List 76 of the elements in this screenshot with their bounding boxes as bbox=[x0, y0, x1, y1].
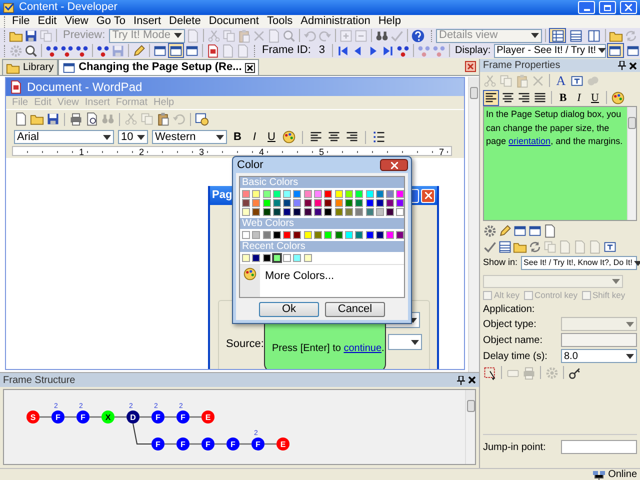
checkbox-label: Shift key bbox=[592, 288, 626, 302]
frame-node[interactable]: E bbox=[202, 410, 214, 424]
ruler[interactable]: 1 2 3 4 5 7 bbox=[12, 146, 452, 156]
jump-in-label: Jump-in point: bbox=[483, 440, 546, 454]
menu-item[interactable]: Tools bbox=[262, 13, 297, 30]
ruler-number: 3 bbox=[199, 147, 204, 157]
ruler-number: 2 bbox=[139, 147, 144, 157]
object-type-label: Object type: bbox=[483, 318, 536, 332]
pane-title: Frame Structure bbox=[3, 374, 76, 388]
menu-item[interactable]: View bbox=[60, 13, 92, 30]
script-dropdown[interactable]: Western bbox=[152, 130, 227, 144]
more-colors-item[interactable]: More Colors... bbox=[260, 265, 340, 280]
dialog-title: Color bbox=[236, 158, 264, 173]
font-button[interactable]: A bbox=[554, 70, 568, 90]
frame-node[interactable]: X bbox=[102, 410, 114, 424]
window-title: Content - Developer bbox=[19, 0, 118, 16]
menu-item[interactable]: Edit bbox=[34, 13, 61, 30]
ruler-number: 1 bbox=[79, 147, 84, 157]
menu-item[interactable]: Go To bbox=[92, 13, 130, 30]
frame-node[interactable]: S bbox=[26, 410, 40, 424]
object-name-label: Object name: bbox=[483, 334, 542, 348]
frame-node[interactable]: F bbox=[176, 410, 190, 424]
display-label: Display: bbox=[454, 44, 492, 58]
section-header: Basic Colors bbox=[240, 177, 404, 188]
status-text: Online bbox=[608, 468, 637, 480]
style-button[interactable]: I bbox=[572, 90, 586, 104]
style-button[interactable]: U bbox=[588, 90, 602, 104]
callout-text: Press [Enter] to continue. bbox=[272, 342, 384, 356]
delay-dropdown[interactable]: 8.0 bbox=[561, 349, 637, 363]
ok-button[interactable]: Ok bbox=[259, 302, 319, 317]
delay-label: Delay time (s): bbox=[483, 350, 548, 364]
frame-node[interactable]: F bbox=[152, 438, 164, 450]
orientation-link[interactable]: orientation bbox=[508, 136, 551, 146]
checkbox-label: Alt key bbox=[494, 288, 520, 302]
frame-node[interactable]: F bbox=[252, 438, 264, 450]
document-tab[interactable]: Library bbox=[2, 59, 58, 75]
menu-item[interactable]: Document bbox=[204, 13, 263, 30]
menu-item[interactable]: Insert bbox=[130, 13, 166, 30]
show-in-label: Show in: bbox=[483, 256, 518, 270]
section-header: Web Colors bbox=[240, 218, 404, 229]
ruler-number: 5 bbox=[319, 147, 324, 157]
source-label: Source: bbox=[226, 337, 264, 352]
style-button[interactable]: I bbox=[248, 130, 261, 144]
style-button[interactable]: B bbox=[231, 130, 244, 144]
menu-item[interactable]: Help bbox=[374, 13, 405, 30]
frame-node[interactable]: F bbox=[202, 438, 214, 450]
frame-node[interactable]: F bbox=[76, 410, 90, 424]
style-button[interactable]: B bbox=[556, 90, 570, 104]
frame-text: In the Page Setup dialog box, you can change the paper size, the page orientation, and the margins. bbox=[485, 108, 624, 148]
frame-node[interactable]: F bbox=[226, 438, 240, 450]
preview-label: Preview: bbox=[62, 28, 106, 44]
frame-node[interactable]: F bbox=[152, 410, 164, 424]
display-dropdown[interactable]: Player - See It! / Try It! bbox=[494, 44, 606, 58]
size-dropdown[interactable]: 10 bbox=[118, 130, 148, 144]
continue-link[interactable]: continue bbox=[344, 343, 382, 354]
checkbox-label: Control key bbox=[534, 288, 578, 302]
frame-node[interactable]: E bbox=[276, 438, 290, 450]
font-dropdown[interactable]: Arial bbox=[14, 130, 114, 144]
frame-id-label: Frame ID: bbox=[261, 43, 312, 58]
frame-node[interactable]: F bbox=[52, 410, 64, 424]
frame-id-value: 3 bbox=[318, 43, 326, 58]
menu-item[interactable]: File bbox=[8, 13, 34, 30]
pane-title: Frame Properties bbox=[483, 59, 560, 73]
menu-item[interactable]: Administration bbox=[296, 13, 374, 30]
dialog-title: Pag bbox=[212, 188, 232, 204]
show-in-dropdown[interactable]: See It! / Try It!, Know It?, Do It! bbox=[520, 256, 637, 270]
ruler-number: 4 bbox=[259, 147, 264, 157]
ruler-number: 7 bbox=[439, 147, 444, 157]
frame-node[interactable]: D bbox=[126, 410, 140, 424]
application-label: Application: bbox=[483, 302, 535, 316]
menu-item[interactable]: Delete bbox=[165, 13, 205, 30]
cancel-button[interactable]: Cancel bbox=[325, 302, 385, 317]
style-button[interactable]: U bbox=[265, 130, 278, 144]
section-header: Recent Colors bbox=[240, 241, 404, 252]
frame-node[interactable]: F bbox=[176, 438, 190, 450]
wordpad-title: Document - WordPad bbox=[27, 79, 142, 96]
